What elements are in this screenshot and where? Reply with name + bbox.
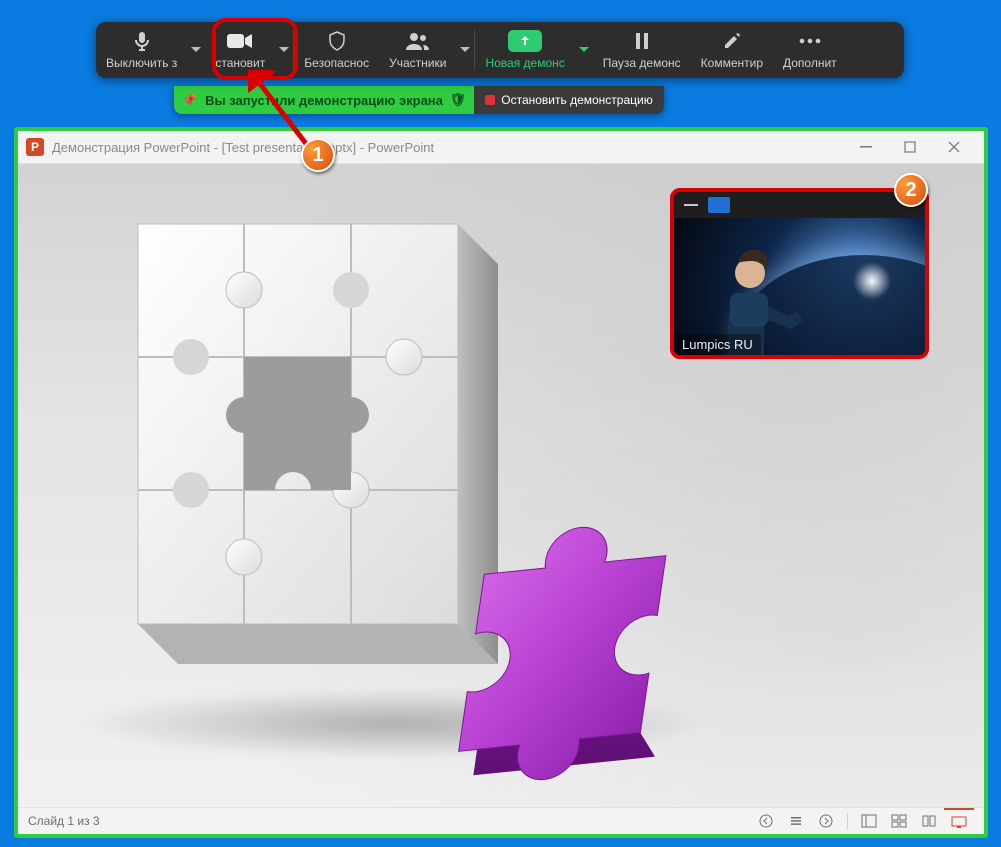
pin-icon: 📌 (182, 93, 197, 107)
puzzle-piece-magenta (448, 464, 778, 794)
stop-share-label: Остановить демонстрацию (501, 93, 652, 107)
powerpoint-title-text: Демонстрация PowerPoint - [Test presenta… (52, 140, 434, 155)
callout-badge-2: 2 (894, 173, 928, 207)
microphone-icon (133, 30, 151, 52)
share-screen-button[interactable]: Новая демонс (475, 22, 574, 78)
video-panel-minimize-icon[interactable] (684, 204, 698, 206)
participant-video: Lumpics RU (674, 218, 925, 355)
pause-share-button[interactable]: Пауза демонс (593, 22, 691, 78)
video-panel-view-icon[interactable] (708, 197, 730, 213)
share-chevron[interactable] (575, 22, 593, 78)
window-maximize-button[interactable] (888, 131, 932, 164)
slide-counter: Слайд 1 из 3 (28, 814, 100, 828)
callout-1-number: 1 (312, 144, 323, 167)
participant-video-panel[interactable]: Lumpics RU (670, 188, 929, 359)
security-label: Безопаснос (304, 56, 369, 70)
video-panel-header[interactable] (674, 192, 925, 218)
share-icon (508, 30, 542, 52)
share-label: Новая демонс (485, 56, 564, 70)
participants-button[interactable]: Участники (379, 22, 456, 78)
mute-button[interactable]: Выключить з (96, 22, 187, 78)
sun-glow (853, 262, 891, 300)
footer-separator (847, 813, 848, 829)
powerpoint-titlebar[interactable]: P Демонстрация PowerPoint - [Test presen… (18, 131, 984, 164)
zoom-toolbar: Выключить з становит Безопаснос Участник… (96, 22, 904, 78)
reading-view-button[interactable] (914, 808, 944, 835)
pause-label: Пауза демонс (603, 56, 681, 70)
share-status-text: Вы запустили демонстрацию экрана (205, 93, 443, 108)
security-button[interactable]: Безопаснос (294, 22, 379, 78)
callout-badge-1: 1 (301, 138, 335, 172)
next-slide-button[interactable] (811, 808, 841, 835)
normal-view-button[interactable] (854, 808, 884, 835)
menu-button[interactable] (781, 808, 811, 835)
people-icon (406, 30, 430, 52)
participants-label: Участники (389, 56, 446, 70)
stop-icon (485, 95, 495, 105)
more-icon (799, 30, 821, 52)
pause-icon (634, 30, 650, 52)
annotate-label: Комментир (701, 56, 763, 70)
video-chevron[interactable] (275, 22, 293, 78)
shield-icon (328, 30, 346, 52)
mute-chevron[interactable] (187, 22, 205, 78)
participants-chevron[interactable] (456, 22, 474, 78)
camera-icon (227, 30, 253, 52)
powerpoint-statusbar: Слайд 1 из 3 (18, 807, 984, 834)
sorter-view-button[interactable] (884, 808, 914, 835)
pencil-icon (723, 30, 741, 52)
share-status: 📌 Вы запустили демонстрацию экрана 🛡 (174, 86, 474, 114)
annotate-button[interactable]: Комментир (691, 22, 773, 78)
slideshow-view-button[interactable] (944, 808, 974, 835)
stop-share-button[interactable]: Остановить демонстрацию (474, 86, 664, 114)
share-status-bar: 📌 Вы запустили демонстрацию экрана 🛡 Ост… (174, 86, 664, 114)
window-minimize-button[interactable] (844, 131, 888, 164)
mute-label: Выключить з (106, 56, 177, 70)
shield-check-icon: 🛡 (449, 92, 466, 108)
more-label: Дополнит (783, 56, 837, 70)
more-button[interactable]: Дополнит (773, 22, 847, 78)
callout-2-number: 2 (905, 179, 916, 202)
prev-slide-button[interactable] (751, 808, 781, 835)
video-button[interactable]: становит (205, 22, 275, 78)
video-label: становит (215, 56, 265, 70)
participant-name: Lumpics RU (674, 334, 761, 355)
window-close-button[interactable] (932, 131, 976, 164)
powerpoint-logo-icon: P (26, 138, 44, 156)
